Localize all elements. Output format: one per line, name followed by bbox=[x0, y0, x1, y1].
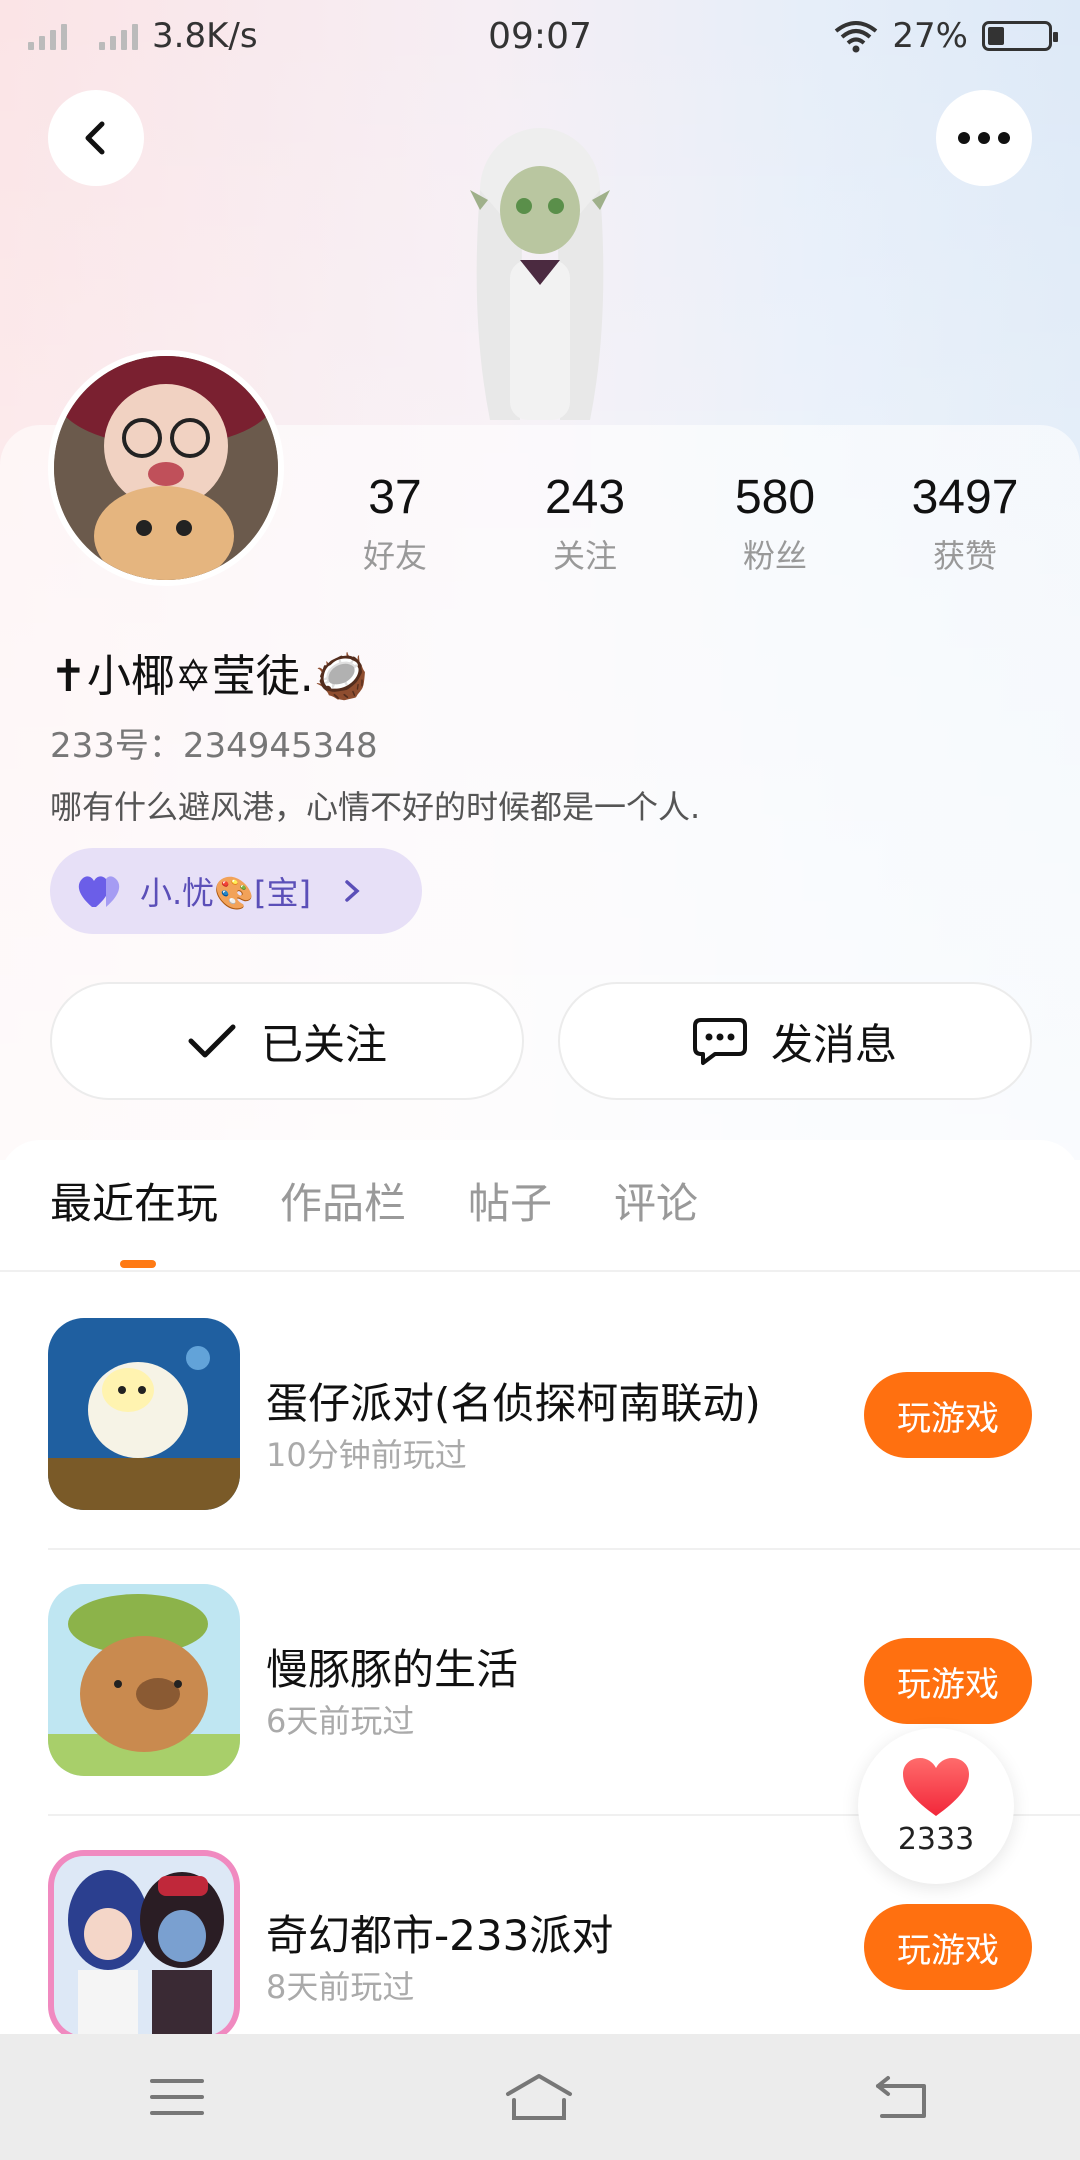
stat-label: 获赞 bbox=[932, 537, 997, 575]
menu-icon[interactable] bbox=[150, 2077, 204, 2117]
followed-button[interactable]: 已关注 bbox=[50, 982, 524, 1100]
like-float-button[interactable]: 2333 bbox=[858, 1728, 1014, 1884]
chevron-right-icon bbox=[345, 880, 360, 902]
profile-bio: 哪有什么避风港，心情不好的时候都是一个人. bbox=[50, 788, 701, 826]
stat-label: 粉丝 bbox=[742, 537, 807, 575]
cp-badge-label: 小.忧🎨[宝] bbox=[140, 874, 311, 912]
system-navigation-bar bbox=[0, 2034, 1080, 2160]
battery-icon bbox=[982, 21, 1058, 51]
game-last-played: 6天前玩过 bbox=[266, 1702, 415, 1740]
back-nav-icon[interactable] bbox=[874, 2074, 930, 2120]
tab-posts[interactable]: 帖子 bbox=[468, 1170, 552, 1231]
profile-tabs: 最近在玩 作品栏 帖子 评论 bbox=[50, 1170, 698, 1231]
message-button-label: 发消息 bbox=[770, 1019, 897, 1069]
stat-value: 580 bbox=[734, 471, 816, 524]
profile-screen: 3.8K/s 09:07 27% 37 好友 243 关注 580 粉丝 349… bbox=[0, 0, 1080, 2160]
game-last-played: 8天前玩过 bbox=[266, 1968, 415, 2006]
game-icon-eggy-party bbox=[48, 1318, 240, 1510]
profile-name: ✝小椰✡莹徒.🥥 bbox=[50, 651, 369, 702]
message-button[interactable]: 发消息 bbox=[558, 982, 1032, 1100]
game-last-played: 10分钟前玩过 bbox=[266, 1436, 467, 1474]
avatar[interactable] bbox=[48, 350, 284, 586]
followed-button-label: 已关注 bbox=[260, 1019, 387, 1069]
battery-percent: 27% bbox=[892, 16, 968, 56]
more-button[interactable] bbox=[936, 90, 1032, 186]
like-count: 2333 bbox=[897, 1821, 975, 1857]
list-item[interactable]: 蛋仔派对(名侦探柯南联动) 10分钟前玩过 玩游戏 bbox=[48, 1318, 1032, 1568]
play-game-button[interactable]: 玩游戏 bbox=[864, 1904, 1032, 1990]
tab-works[interactable]: 作品栏 bbox=[280, 1170, 406, 1231]
stat-likes[interactable]: 3497 获赞 bbox=[870, 470, 1060, 577]
stat-value: 3497 bbox=[911, 471, 1019, 524]
status-bar: 3.8K/s 09:07 27% bbox=[0, 0, 1080, 72]
game-title: 慢豚豚的生活 bbox=[266, 1645, 519, 1694]
chat-bubble-icon bbox=[692, 1018, 747, 1065]
stat-following[interactable]: 243 关注 bbox=[490, 470, 680, 577]
chevron-left-icon bbox=[85, 121, 105, 155]
stat-value: 37 bbox=[368, 471, 422, 524]
tab-comments[interactable]: 评论 bbox=[614, 1170, 698, 1231]
tab-recently-played[interactable]: 最近在玩 bbox=[50, 1170, 218, 1231]
home-icon[interactable] bbox=[504, 2072, 574, 2122]
avatar-photo bbox=[54, 356, 278, 580]
back-button[interactable] bbox=[48, 90, 144, 186]
game-title: 蛋仔派对(名侦探柯南联动) bbox=[266, 1379, 761, 1428]
double-heart-icon bbox=[78, 876, 120, 907]
stat-label: 好友 bbox=[362, 537, 427, 575]
stat-followers[interactable]: 580 粉丝 bbox=[680, 470, 870, 577]
stat-label: 关注 bbox=[552, 537, 617, 575]
wifi-icon bbox=[835, 21, 878, 53]
play-game-button[interactable]: 玩游戏 bbox=[864, 1638, 1032, 1724]
heart-icon bbox=[903, 1757, 969, 1816]
game-icon-fantasy-city bbox=[48, 1850, 240, 2042]
divider bbox=[0, 1270, 1080, 1272]
cp-badge[interactable]: 小.忧🎨[宝] bbox=[50, 848, 422, 934]
game-title: 奇幻都市-233派对 bbox=[266, 1911, 614, 1960]
profile-uid: 233号：234945348 bbox=[50, 726, 378, 766]
game-icon-capybara bbox=[48, 1584, 240, 1776]
divider bbox=[48, 1548, 1080, 1550]
active-tab-indicator bbox=[120, 1260, 156, 1268]
stat-friends[interactable]: 37 好友 bbox=[300, 470, 490, 577]
avatar-character-image bbox=[470, 128, 610, 420]
play-game-button[interactable]: 玩游戏 bbox=[864, 1372, 1032, 1458]
stat-value: 243 bbox=[544, 471, 626, 524]
more-dots-icon bbox=[958, 132, 1010, 144]
profile-stats: 37 好友 243 关注 580 粉丝 3497 获赞 bbox=[300, 470, 1060, 577]
check-icon bbox=[188, 1024, 236, 1058]
